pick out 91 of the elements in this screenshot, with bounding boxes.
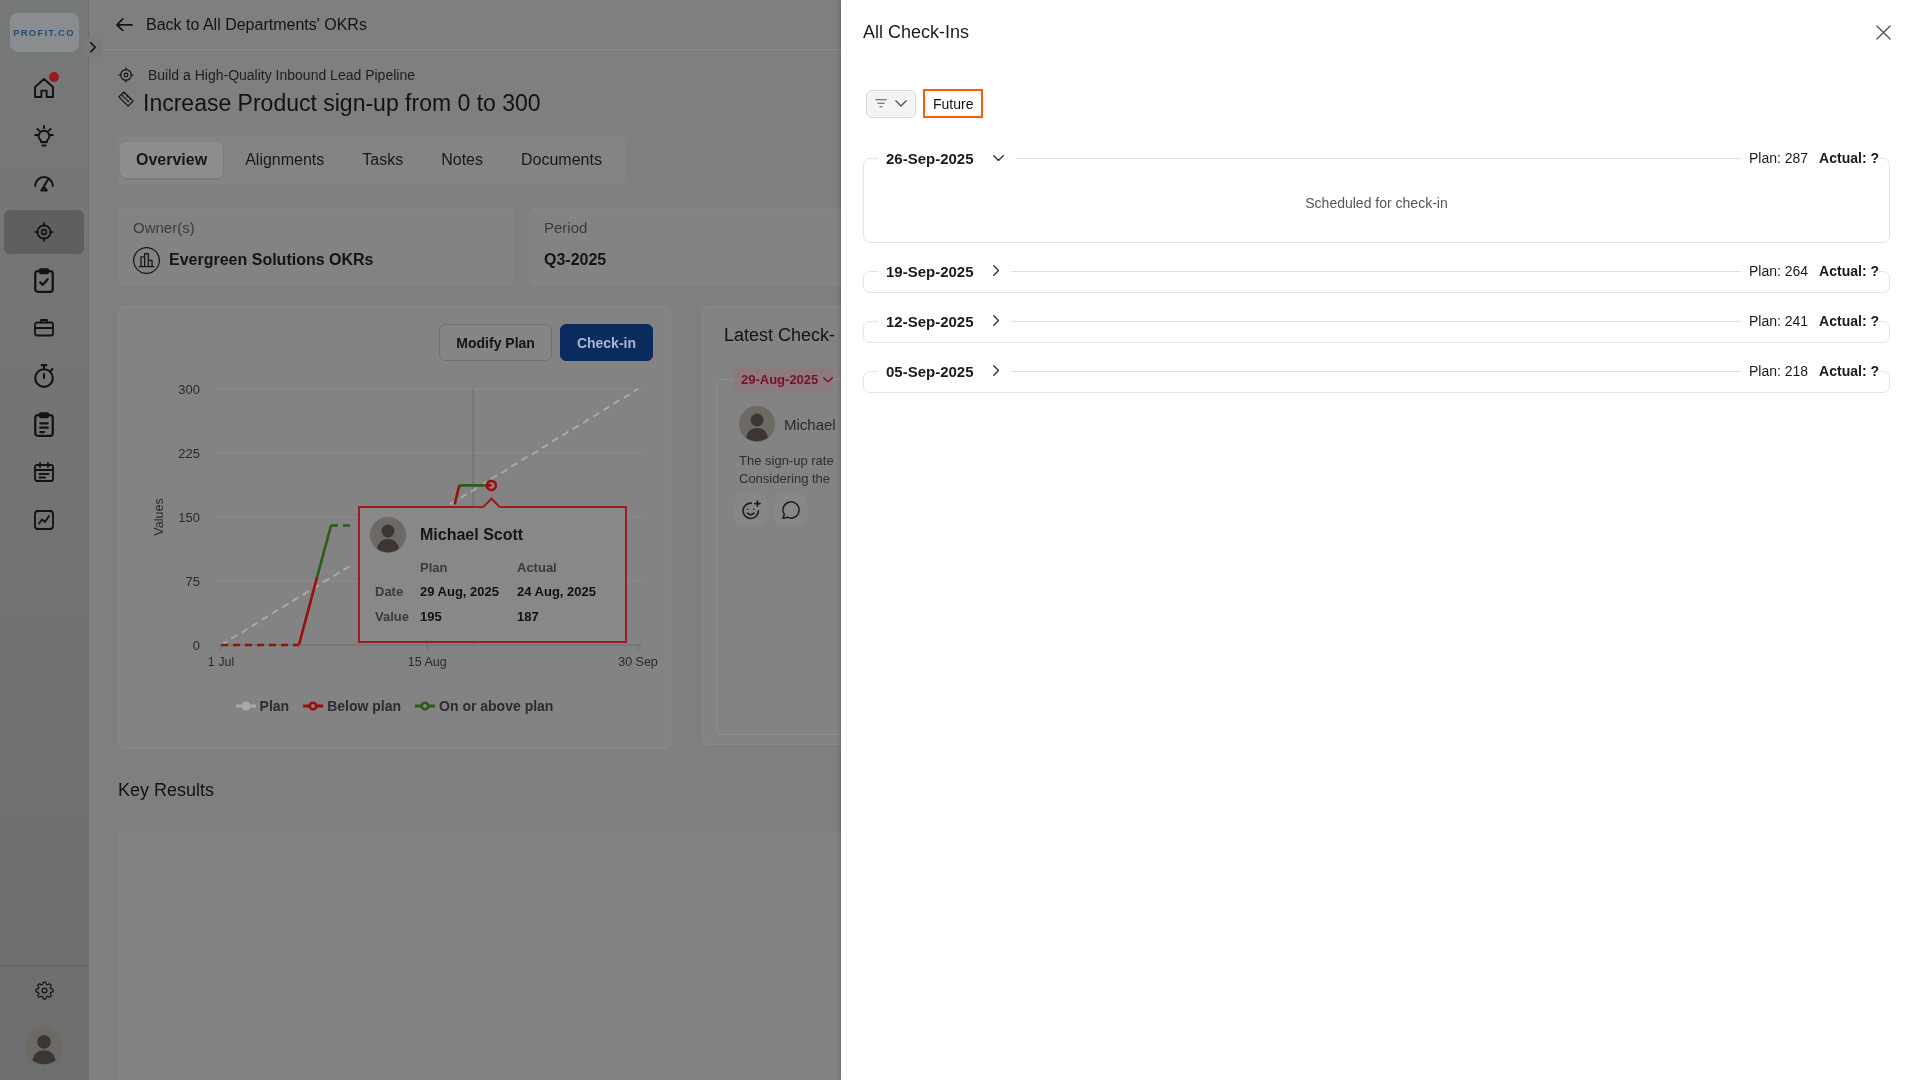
avatar-icon (739, 406, 775, 442)
actual-value: Actual: ? (1819, 313, 1879, 329)
tooltip-value: 195 (420, 608, 442, 624)
date-chip[interactable]: 29-Aug-2025 (733, 368, 834, 391)
filter-chip[interactable]: Future (923, 89, 984, 118)
y-axis-title: Values (152, 498, 166, 536)
tooltip-column-header: Actual (517, 559, 557, 575)
tab[interactable]: Tasks (346, 142, 420, 178)
clipboard-list-icon (34, 411, 54, 437)
y-tick-label: 300 (178, 381, 200, 397)
logo[interactable]: PROFIT.CO (9, 13, 79, 52)
y-tick-label: 0 (192, 637, 200, 653)
y-tick-label: 75 (185, 573, 200, 589)
filter-dropdown[interactable] (866, 89, 916, 118)
line-chart-icon (34, 510, 54, 530)
checkin-date: 12-Sep-2025 (886, 312, 974, 330)
field-value: Q3-2025 (544, 251, 607, 269)
tab[interactable]: Alignments (229, 142, 341, 178)
card-title: Latest Check- (724, 324, 836, 346)
tooltip-name: Michael Scott (420, 526, 524, 544)
data-point-marker[interactable] (485, 479, 498, 492)
tooltip-column-header: Plan (420, 559, 448, 575)
target-icon (34, 222, 54, 242)
comment-text: The sign-up rate (739, 452, 834, 470)
chevron-right-icon (89, 42, 96, 53)
checkin-status-text: Scheduled for check-in (1305, 195, 1448, 211)
check-in-button[interactable]: Check-in (559, 324, 653, 361)
add-reaction-button[interactable] (735, 494, 767, 526)
calendar-icon (34, 462, 54, 482)
planned-value: Plan: 287 (1748, 150, 1809, 166)
comment-button[interactable] (775, 494, 807, 526)
x-tick-label: 1 Jul (207, 655, 235, 669)
filter-icon (875, 99, 887, 108)
tab[interactable]: Overview (120, 142, 224, 178)
bar-chart-icon (133, 246, 160, 274)
checkin-date: 19-Sep-2025 (886, 262, 974, 280)
tooltip-value: 187 (517, 608, 539, 624)
author-name: Michael (784, 415, 836, 433)
key-result-title: Increase Product sign-up from 0 to 300 (143, 89, 541, 118)
tooltip-row-label: Value (375, 608, 409, 624)
legend-label: Plan (259, 698, 290, 714)
y-tick-label: 225 (178, 445, 200, 461)
target-icon (118, 67, 134, 83)
planned-value: Plan: 241 (1748, 313, 1809, 329)
checkin-date: 26-Sep-2025 (886, 149, 974, 167)
actual-value: Actual: ? (1819, 263, 1879, 279)
legend-label: On or above plan (439, 698, 554, 714)
house-icon (34, 78, 54, 98)
chevron-right-icon[interactable] (992, 365, 999, 377)
avatar-icon (370, 517, 406, 553)
back-link[interactable]: Back to All Departments' OKRs (116, 15, 367, 34)
smiley-plus-icon (741, 500, 761, 520)
avatar-icon[interactable] (25, 1027, 63, 1065)
tab[interactable]: Notes (425, 142, 499, 178)
actual-value: Actual: ? (1819, 150, 1879, 166)
checkin-date: 05-Sep-2025 (886, 362, 974, 380)
chevron-right-icon[interactable] (992, 315, 999, 327)
field-label: Owner(s) (133, 218, 195, 238)
close-icon[interactable] (1876, 24, 1891, 40)
stopwatch-icon (34, 363, 54, 389)
modify-plan-button[interactable]: Modify Plan (439, 324, 552, 361)
nav-item[interactable] (4, 210, 84, 254)
gauge-icon (34, 176, 54, 192)
tooltip-value: 24 Aug, 2025 (517, 584, 596, 599)
tooltip-row-label: Date (375, 584, 404, 599)
x-tick-label: 30 Sep (618, 655, 658, 669)
lightbulb-icon (34, 125, 54, 147)
drawer-title: All Check-Ins (863, 21, 970, 43)
chevron-down-icon (823, 376, 834, 383)
x-tick-label: 15 Aug (407, 655, 447, 669)
chevron-right-icon[interactable] (992, 265, 999, 277)
briefcase-icon (34, 319, 54, 337)
tab[interactable]: Documents (505, 142, 618, 178)
speech-bubble-icon (782, 500, 800, 520)
legend-label: Below plan (327, 698, 402, 714)
section-title: Key Results (118, 780, 215, 800)
planned-value: Plan: 264 (1748, 263, 1809, 279)
parent-objective: Build a High-Quality Inbound Lead Pipeline (148, 67, 415, 83)
actual-value: Actual: ? (1819, 363, 1879, 379)
planned-value: Plan: 218 (1748, 363, 1809, 379)
clipboard-check-icon (34, 267, 54, 293)
arrow-left-icon (116, 17, 133, 32)
settings-icon[interactable] (34, 981, 54, 1000)
y-tick-label: 150 (178, 509, 200, 525)
field-value: Evergreen Solutions OKRs (169, 251, 374, 269)
comment-text: Considering the (739, 470, 831, 488)
chevron-down-icon[interactable] (992, 154, 1004, 162)
chevron-down-icon (895, 100, 907, 107)
ruler-icon (118, 91, 134, 107)
tooltip-value: 29 Aug, 2025 (420, 584, 499, 599)
field-label: Period (544, 218, 588, 238)
